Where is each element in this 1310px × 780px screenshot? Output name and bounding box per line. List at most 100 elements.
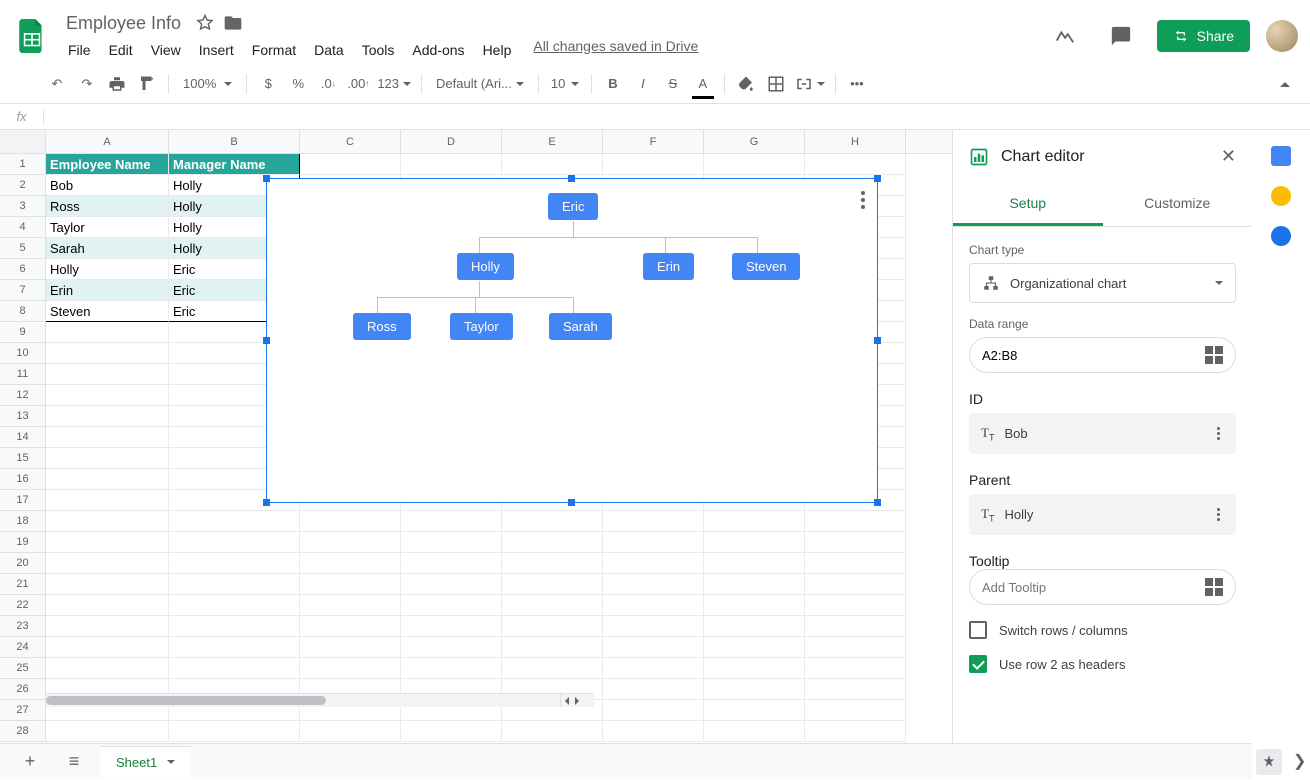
- chart-type-select[interactable]: Organizational chart: [969, 263, 1236, 303]
- cell[interactable]: [603, 721, 704, 742]
- cell[interactable]: [300, 553, 401, 574]
- cell[interactable]: [805, 700, 906, 721]
- row-header[interactable]: 8: [0, 301, 46, 322]
- cell[interactable]: [502, 616, 603, 637]
- select-range-icon[interactable]: [1205, 578, 1223, 596]
- resize-handle[interactable]: [263, 337, 270, 344]
- keep-addon-icon[interactable]: [1271, 186, 1291, 206]
- cell[interactable]: [502, 574, 603, 595]
- borders-icon[interactable]: [763, 71, 789, 97]
- more-formats[interactable]: 123: [375, 71, 413, 97]
- cell[interactable]: [401, 721, 502, 742]
- cell[interactable]: Steven: [46, 301, 169, 322]
- cell[interactable]: [704, 721, 805, 742]
- cell[interactable]: Manager Name: [169, 154, 300, 175]
- cell[interactable]: [401, 616, 502, 637]
- cell[interactable]: [401, 595, 502, 616]
- scroll-right-icon[interactable]: [575, 697, 583, 705]
- comments-icon[interactable]: [1101, 16, 1141, 56]
- menu-insert[interactable]: Insert: [191, 38, 242, 62]
- tooltip-input[interactable]: [982, 580, 1205, 595]
- org-node[interactable]: Taylor: [450, 313, 513, 340]
- col-header[interactable]: H: [805, 130, 906, 153]
- cell[interactable]: Employee Name: [46, 154, 169, 175]
- cell[interactable]: [46, 511, 169, 532]
- resize-handle[interactable]: [263, 175, 270, 182]
- col-header[interactable]: E: [502, 130, 603, 153]
- row-header[interactable]: 22: [0, 595, 46, 616]
- row-header[interactable]: 1: [0, 154, 46, 175]
- row-header[interactable]: 7: [0, 280, 46, 301]
- cell[interactable]: [805, 154, 906, 175]
- checkbox-off-icon[interactable]: [969, 621, 987, 639]
- row-header[interactable]: 13: [0, 406, 46, 427]
- cell[interactable]: [502, 658, 603, 679]
- merge-icon[interactable]: [793, 71, 827, 97]
- calendar-addon-icon[interactable]: [1271, 146, 1291, 166]
- data-range-field[interactable]: [982, 348, 1205, 363]
- cell[interactable]: [46, 595, 169, 616]
- cell[interactable]: [169, 595, 300, 616]
- cell[interactable]: [169, 511, 300, 532]
- series-more-icon[interactable]: [1213, 423, 1224, 444]
- cell[interactable]: [704, 679, 805, 700]
- row-header[interactable]: 21: [0, 574, 46, 595]
- scrollbar-thumb[interactable]: [46, 696, 326, 705]
- cell[interactable]: Holly: [46, 259, 169, 280]
- dec-decimal-icon[interactable]: .0↓: [315, 71, 341, 97]
- cell[interactable]: [300, 511, 401, 532]
- org-node[interactable]: Steven: [732, 253, 800, 280]
- text-color-icon[interactable]: A: [690, 71, 716, 97]
- data-range-input[interactable]: [969, 337, 1236, 373]
- font-select[interactable]: Default (Ari...: [430, 76, 530, 91]
- cell[interactable]: [805, 721, 906, 742]
- resize-handle[interactable]: [874, 499, 881, 506]
- zoom-select[interactable]: 100%: [177, 76, 238, 91]
- cell[interactable]: [300, 721, 401, 742]
- italic-icon[interactable]: I: [630, 71, 656, 97]
- cell[interactable]: [300, 574, 401, 595]
- more-toolbar-icon[interactable]: •••: [844, 71, 870, 97]
- col-header[interactable]: D: [401, 130, 502, 153]
- cell[interactable]: [46, 637, 169, 658]
- cell[interactable]: [805, 616, 906, 637]
- cell[interactable]: [704, 574, 805, 595]
- row-header[interactable]: 14: [0, 427, 46, 448]
- cell[interactable]: [805, 553, 906, 574]
- cell[interactable]: [300, 595, 401, 616]
- menu-addons[interactable]: Add-ons: [404, 38, 472, 62]
- redo-icon[interactable]: ↷: [74, 71, 100, 97]
- row-header[interactable]: 3: [0, 196, 46, 217]
- cell[interactable]: [805, 595, 906, 616]
- org-node[interactable]: Eric: [548, 193, 598, 220]
- cell[interactable]: [603, 553, 704, 574]
- percent-icon[interactable]: %: [285, 71, 311, 97]
- undo-icon[interactable]: ↶: [44, 71, 70, 97]
- cell[interactable]: [805, 658, 906, 679]
- checkbox-on-icon[interactable]: [969, 655, 987, 673]
- tasks-addon-icon[interactable]: [1271, 226, 1291, 246]
- cell[interactable]: [805, 532, 906, 553]
- row-header[interactable]: 25: [0, 658, 46, 679]
- parent-series-chip[interactable]: TT Holly: [969, 494, 1236, 535]
- col-header[interactable]: F: [603, 130, 704, 153]
- cell[interactable]: [300, 154, 401, 175]
- cell[interactable]: [704, 553, 805, 574]
- tab-customize[interactable]: Customize: [1103, 183, 1253, 226]
- move-folder-icon[interactable]: [223, 13, 243, 33]
- cell[interactable]: [46, 574, 169, 595]
- row-header[interactable]: 15: [0, 448, 46, 469]
- menu-file[interactable]: File: [60, 38, 99, 62]
- cell[interactable]: [169, 553, 300, 574]
- row-header[interactable]: 26: [0, 679, 46, 700]
- row-header[interactable]: 23: [0, 616, 46, 637]
- font-size[interactable]: 10: [547, 76, 583, 91]
- row-header[interactable]: 11: [0, 364, 46, 385]
- col-header[interactable]: B: [169, 130, 300, 153]
- row-header[interactable]: 12: [0, 385, 46, 406]
- cell[interactable]: [502, 637, 603, 658]
- cell[interactable]: [603, 679, 704, 700]
- cell[interactable]: [401, 532, 502, 553]
- cell[interactable]: [603, 616, 704, 637]
- cell[interactable]: [169, 637, 300, 658]
